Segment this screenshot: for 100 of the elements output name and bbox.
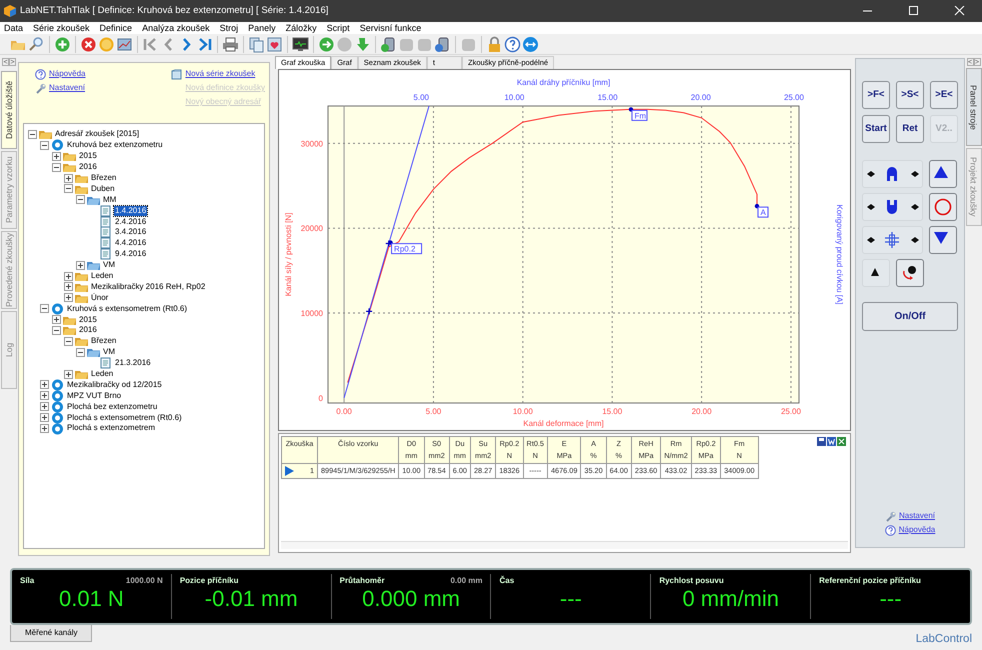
save-icon[interactable]	[817, 437, 826, 446]
tree-item[interactable]: Duben	[90, 184, 116, 194]
machine-button[interactable]: >F<	[862, 81, 890, 109]
expand-icon[interactable]	[76, 260, 85, 270]
collapse-icon[interactable]	[52, 162, 61, 172]
tree-item[interactable]: 2016	[78, 162, 98, 172]
search-icon[interactable]	[28, 36, 45, 52]
collapse-icon[interactable]	[40, 140, 49, 150]
menu-item[interactable]: Data	[4, 22, 24, 34]
tree-item[interactable]: 9.4.2016	[114, 249, 148, 260]
tree-item[interactable]: Únor	[90, 292, 110, 303]
maximize-icon[interactable]	[908, 6, 918, 16]
tree-item[interactable]: MM	[102, 194, 118, 205]
link[interactable]: Nastavení	[884, 509, 936, 523]
collapse-icon[interactable]	[40, 304, 49, 314]
machine-button[interactable]: Start	[862, 115, 890, 143]
link[interactable]: Nápověda	[35, 67, 172, 81]
print-icon[interactable]	[222, 36, 239, 52]
annotation: Fm	[634, 111, 646, 120]
menu-item[interactable]: Servisní funkce	[360, 22, 422, 34]
expand-icon[interactable]	[64, 174, 73, 182]
tree-item[interactable]: 2015	[78, 314, 98, 325]
menu-item[interactable]: Série zkoušek	[33, 22, 90, 34]
expand-icon[interactable]	[52, 152, 61, 161]
channel-value: 0.01 N	[59, 586, 124, 611]
axis-tick-label: 10000	[300, 309, 323, 318]
tree-item[interactable]: Kruhová bez extenzometru	[66, 140, 164, 150]
expand-icon[interactable]	[64, 370, 73, 379]
document-icon[interactable]	[248, 36, 265, 52]
export-icon[interactable]	[827, 437, 836, 446]
tab[interactable]: Měřené kanály	[10, 625, 92, 642]
expand-icon[interactable]	[64, 293, 73, 302]
remote-icon[interactable]	[522, 36, 539, 52]
expand-icon[interactable]	[40, 424, 49, 433]
machine-button[interactable]: Ret	[896, 115, 924, 143]
channel-value: 0.000 mm	[362, 586, 460, 611]
machine-button[interactable]: >E<	[930, 81, 958, 109]
close-icon[interactable]	[954, 6, 964, 16]
collapse-icon[interactable]	[64, 184, 73, 194]
rotate-button[interactable]	[896, 259, 924, 287]
export-icon[interactable]	[837, 437, 846, 446]
menu-item[interactable]: Stroj	[220, 22, 238, 34]
expand-icon[interactable]	[40, 402, 49, 412]
power-button[interactable]: On/Off	[862, 302, 958, 331]
database-icon[interactable]	[434, 36, 451, 52]
tree-item[interactable]: Mezikalibračky od 12/2015	[66, 380, 163, 390]
collapse-icon[interactable]	[52, 326, 61, 335]
collapse-icon[interactable]	[28, 130, 37, 139]
tree-item[interactable]: VM	[102, 260, 116, 270]
database-icon[interactable]	[380, 36, 397, 52]
side-tab[interactable]: Panel stroje	[966, 68, 982, 146]
down-button[interactable]	[929, 226, 957, 254]
tree-item[interactable]: 4.4.2016	[114, 238, 148, 248]
collapse-icon[interactable]	[64, 336, 73, 346]
tree-item[interactable]: Březen	[90, 336, 118, 346]
collapse-icon[interactable]	[76, 195, 85, 204]
expand-icon[interactable]	[40, 380, 49, 390]
tree-item[interactable]: MPZ VUT Brno	[66, 390, 122, 401]
run-icon[interactable]	[318, 36, 335, 52]
stop-button[interactable]	[929, 193, 957, 221]
lock-icon[interactable]	[486, 36, 503, 52]
menu-item[interactable]: Záložky	[286, 22, 317, 34]
menu-item[interactable]: Panely	[248, 22, 276, 34]
menu-item[interactable]: Script	[326, 22, 350, 34]
tree-item[interactable]: 2.4.2016	[114, 216, 148, 227]
tree-item[interactable]: Kruhová s extensometrem (Rt0.6)	[66, 304, 188, 314]
chart-icon[interactable]	[116, 36, 133, 52]
tree-item[interactable]: Březen	[90, 173, 118, 183]
link[interactable]: Nápověda	[884, 523, 936, 537]
expand-icon[interactable]	[40, 391, 49, 400]
delete-icon[interactable]	[80, 36, 97, 52]
scrollbar[interactable]	[281, 541, 848, 549]
expand-icon[interactable]	[64, 282, 73, 292]
menu-item[interactable]: Analýza zkoušek	[142, 22, 210, 34]
tree-item[interactable]: 2015	[78, 151, 98, 162]
menu-item[interactable]: Definice	[100, 22, 132, 34]
link[interactable]: Nastavení	[35, 81, 172, 95]
tree-item[interactable]: Leden	[90, 271, 114, 282]
add-icon[interactable]	[54, 36, 71, 52]
tree-item[interactable]: 3.4.2016	[114, 227, 148, 238]
expand-icon[interactable]	[52, 315, 61, 324]
collapse-icon[interactable]	[76, 348, 85, 357]
help-icon[interactable]	[504, 36, 521, 52]
monitor-icon[interactable]	[292, 36, 309, 52]
up-button[interactable]	[929, 160, 957, 188]
machine-button[interactable]: >S<	[896, 81, 924, 109]
tree-item[interactable]: Plochá bez extenzometru	[66, 402, 158, 412]
tree-item[interactable]: 1.4.2016	[114, 206, 148, 216]
tree-item[interactable]: Plochá s extenzometrem	[66, 423, 156, 434]
tree-item[interactable]: Plochá s extensometrem (Rt0.6)	[66, 412, 183, 423]
side-tab[interactable]: Datové úložiště	[1, 71, 17, 149]
tree-item[interactable]: Adresář zkoušek [2015]	[54, 129, 140, 140]
expand-icon[interactable]	[40, 413, 49, 422]
expand-icon[interactable]	[64, 272, 73, 281]
link[interactable]: Nová série zkoušek	[171, 67, 265, 81]
tree-item[interactable]: 21.3.2016	[114, 358, 152, 368]
tree-item[interactable]: 2016	[78, 325, 98, 336]
tree-item[interactable]: Mezikalibračky 2016 ReH, Rp02	[90, 282, 206, 292]
tree-item[interactable]: VM	[102, 347, 116, 358]
tree-item[interactable]: Leden	[90, 369, 114, 380]
